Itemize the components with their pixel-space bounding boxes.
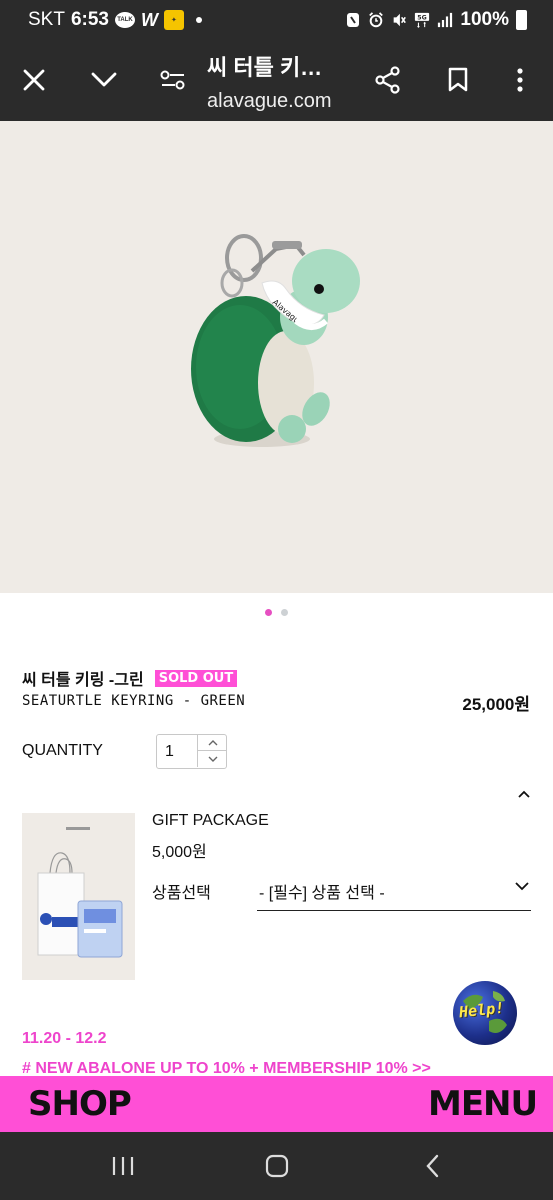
sold-out-badge: SOLD OUT bbox=[154, 669, 238, 687]
gift-package-price: 5,000원 bbox=[152, 844, 207, 861]
chevron-up-icon bbox=[208, 739, 217, 745]
turtle-keyring-illustration: Alavague bbox=[191, 234, 360, 447]
help-chat-button[interactable]: Help! bbox=[453, 981, 517, 1045]
status-bar: SKT 6:53 TALK W ✦ 5G 100% bbox=[0, 0, 553, 42]
page-title: 씨 터틀 키… bbox=[207, 55, 323, 80]
bookmark-icon bbox=[448, 67, 468, 92]
page-title-block[interactable]: 씨 터틀 키… alavague.com bbox=[207, 50, 367, 113]
quantity-input[interactable] bbox=[157, 735, 197, 768]
svg-text:5G: 5G bbox=[418, 15, 427, 22]
signal-icon bbox=[438, 12, 453, 28]
w-app-icon: W bbox=[140, 9, 158, 30]
nfc-icon bbox=[347, 13, 360, 27]
clock: 6:53 bbox=[70, 9, 109, 30]
share-button[interactable] bbox=[368, 60, 408, 100]
status-right: 5G 100% bbox=[345, 9, 527, 31]
talk-icon-label: TALK bbox=[117, 17, 133, 23]
recent-apps-button[interactable] bbox=[103, 1150, 143, 1182]
gift-option-label: 상품선택 bbox=[152, 885, 211, 902]
shop-button[interactable]: SHOP bbox=[28, 1084, 132, 1124]
gift-package-illustration bbox=[37, 827, 123, 958]
chevron-down-icon bbox=[208, 756, 217, 762]
product-name: 씨 터틀 키링 -그린 bbox=[22, 672, 144, 689]
yellow-app-icon: ✦ bbox=[163, 10, 184, 30]
product-english-name: SEATURTLE KEYRING - GREEN bbox=[22, 693, 246, 709]
gift-option-select-value: - [필수] 상품 선택 - bbox=[259, 885, 385, 902]
back-icon bbox=[426, 1154, 439, 1178]
page-url: alavague.com bbox=[207, 90, 332, 112]
product-name-row: 씨 터틀 키링 -그린 SOLD OUT bbox=[22, 666, 238, 690]
gift-option-select[interactable]: - [필수] 상품 선택 - bbox=[257, 875, 531, 911]
chevron-down-icon bbox=[91, 72, 117, 87]
gift-package-title: GIFT PACKAGE bbox=[152, 812, 269, 829]
quantity-stepper bbox=[156, 734, 227, 769]
browser-toolbar: 씨 터틀 키… alavague.com bbox=[0, 42, 553, 121]
quantity-decrease-button[interactable] bbox=[197, 751, 227, 767]
carousel-dots bbox=[0, 609, 553, 619]
promo-dates: 11.20 - 12.2 bbox=[22, 1030, 107, 1047]
home-icon bbox=[265, 1154, 289, 1178]
more-vert-icon bbox=[517, 68, 523, 92]
quantity-increase-button[interactable] bbox=[197, 735, 227, 751]
battery-icon bbox=[516, 10, 527, 30]
menu-button[interactable]: MENU bbox=[428, 1084, 538, 1124]
quantity-label: QUANTITY bbox=[22, 742, 103, 759]
carousel-dot[interactable] bbox=[265, 609, 272, 616]
chevron-up-icon bbox=[518, 790, 530, 798]
close-button[interactable] bbox=[14, 60, 54, 100]
chevron-down-icon bbox=[515, 882, 529, 891]
kakaotalk-icon: TALK bbox=[114, 12, 135, 28]
gift-package-image[interactable] bbox=[22, 813, 135, 980]
site-settings-button[interactable] bbox=[153, 60, 193, 100]
more-options-button[interactable] bbox=[500, 60, 540, 100]
alarm-icon bbox=[369, 12, 384, 28]
recent-apps-icon bbox=[112, 1157, 134, 1175]
notification-dot-icon bbox=[195, 17, 202, 23]
close-icon bbox=[23, 69, 45, 91]
home-button[interactable] bbox=[257, 1150, 297, 1182]
bottom-action-bar: SHOP MENU bbox=[0, 1076, 553, 1132]
status-left: SKT 6:53 TALK W ✦ bbox=[28, 9, 202, 31]
product-image[interactable]: Alavague bbox=[0, 121, 553, 593]
battery-percent: 100% bbox=[460, 9, 509, 30]
5g-icon: 5G bbox=[415, 12, 430, 28]
bookmark-button[interactable] bbox=[438, 60, 478, 100]
product-price: 25,000원 bbox=[462, 695, 530, 714]
back-button[interactable] bbox=[412, 1150, 452, 1182]
carrier-label: SKT bbox=[28, 9, 65, 30]
carousel-dot[interactable] bbox=[281, 609, 288, 616]
mute-icon bbox=[394, 13, 407, 27]
share-icon bbox=[375, 66, 400, 94]
minimize-button[interactable] bbox=[84, 60, 124, 100]
system-nav-bar bbox=[0, 1132, 553, 1200]
tune-icon bbox=[160, 70, 185, 90]
gift-collapse-toggle[interactable] bbox=[514, 786, 534, 802]
